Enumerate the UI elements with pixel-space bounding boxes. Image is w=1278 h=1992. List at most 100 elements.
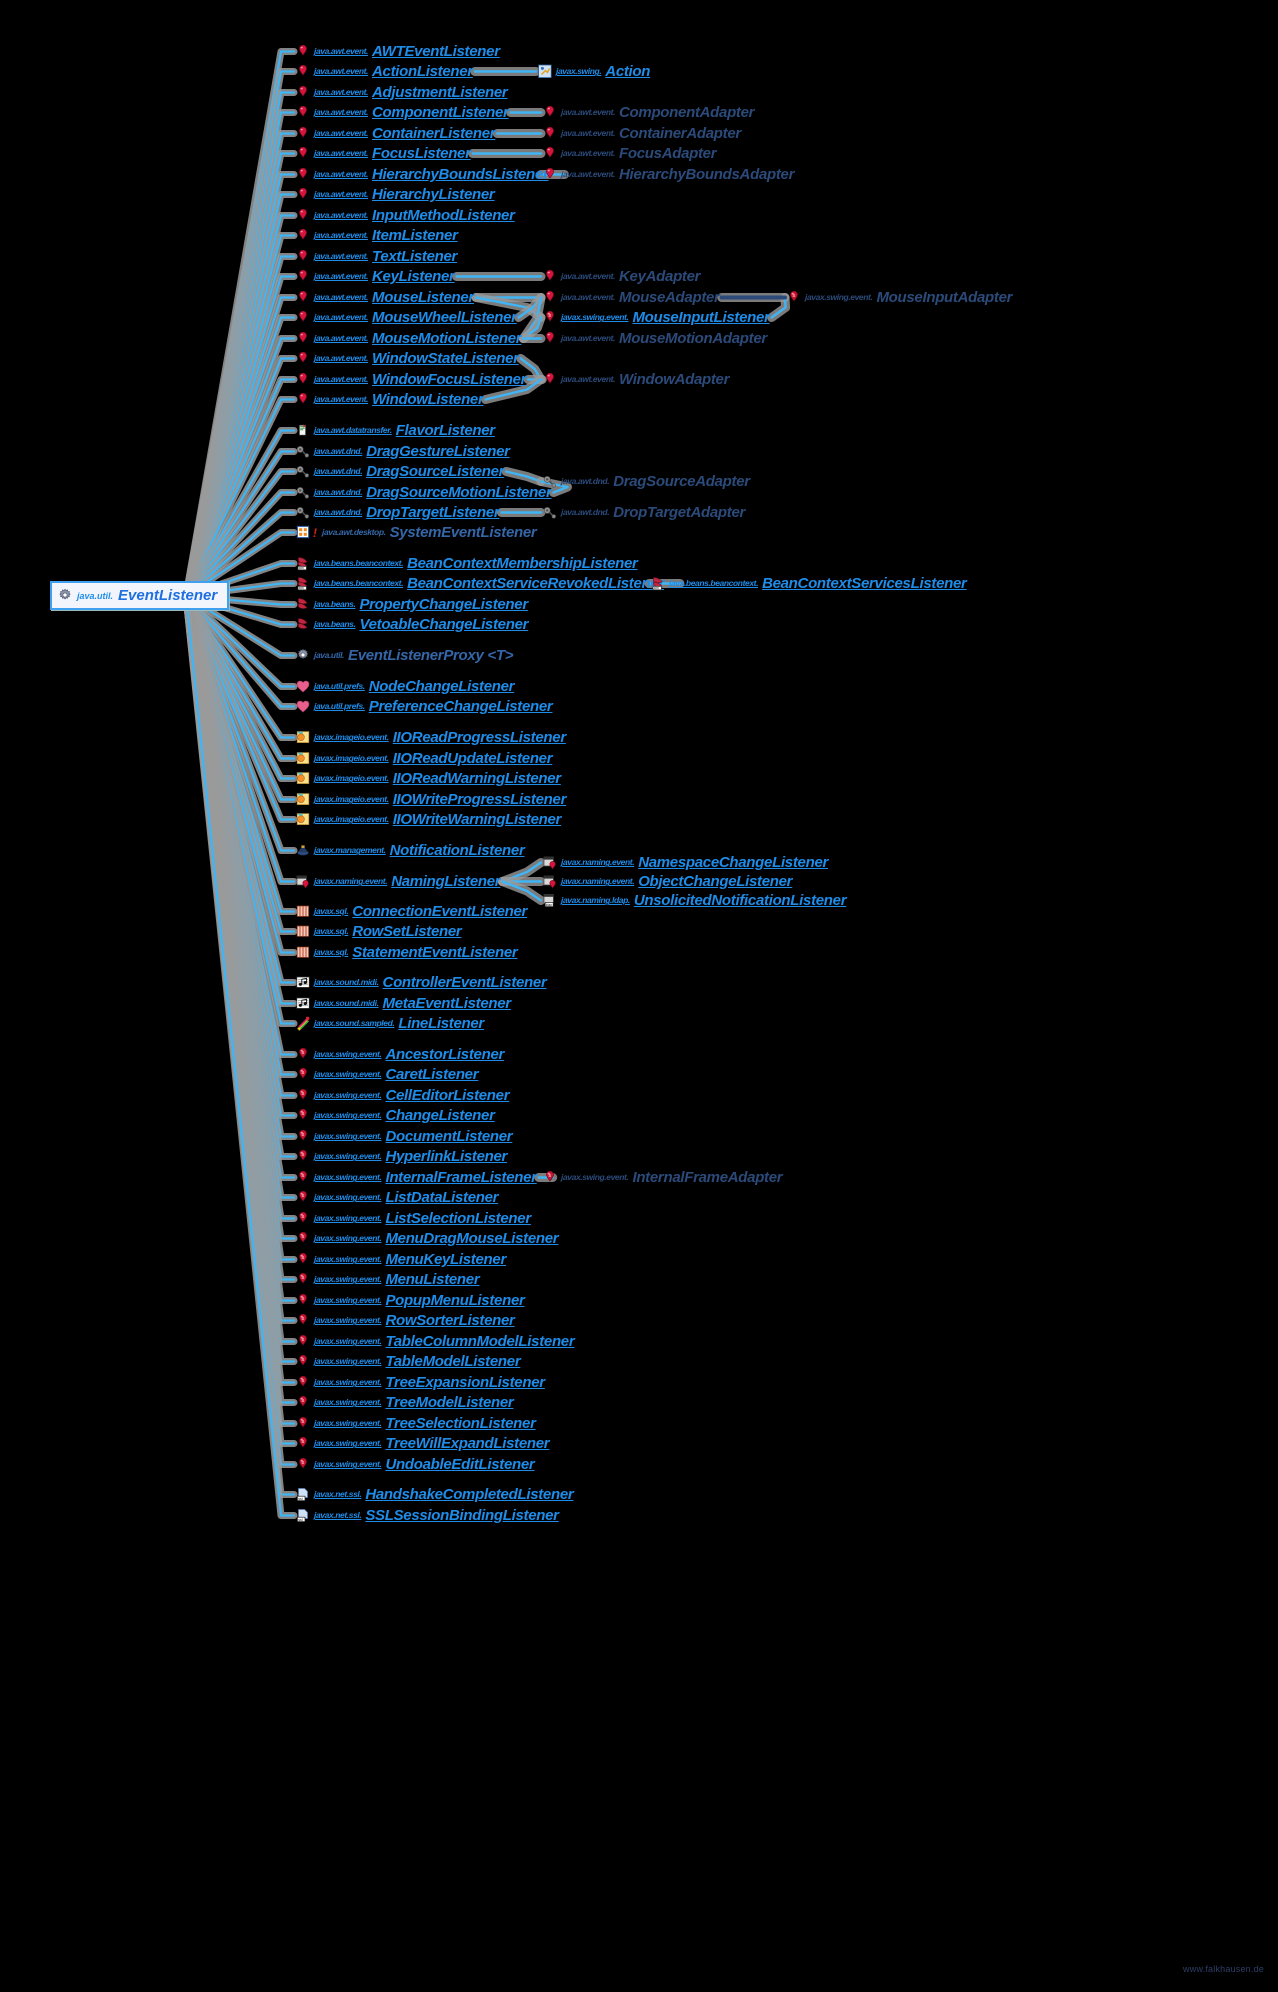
node-treeselectionlistener[interactable]: Sjavax.swing.event. TreeSelectionListener xyxy=(296,1416,536,1431)
node-unsolicitednotificationlistener[interactable]: ldap javax.naming.ldap. UnsolicitedNotific… xyxy=(543,893,847,908)
node-textlistener[interactable]: java.awt.event. TextListener xyxy=(296,249,457,264)
node-linelistener[interactable]: javax.sound.sampled. LineListener xyxy=(296,1016,484,1031)
node-itemlistener[interactable]: java.awt.event. ItemListener xyxy=(296,228,458,243)
node-droptargetadapter[interactable]: java.awt.dnd. DropTargetAdapter xyxy=(543,505,745,520)
node-iioreadwarninglistener[interactable]: javax.imageio.event. IIOReadWarningListen… xyxy=(296,771,561,786)
node-package: java.awt.event. xyxy=(314,46,369,57)
node-statementeventlistener[interactable]: javax.sql. StatementEventListener xyxy=(296,945,518,960)
node-windowstatelistener[interactable]: java.awt.event. WindowStateListener xyxy=(296,351,519,366)
node-dragsourcemotionlistener[interactable]: java.awt.dnd. DragSourceMotionListener xyxy=(296,485,552,500)
node-tablemodellistener[interactable]: Sjavax.swing.event. TableModelListener xyxy=(296,1354,521,1369)
node-mouseinputadapter[interactable]: Sjavax.swing.event. MouseInputAdapter xyxy=(787,290,1012,305)
node-treeexpansionlistener[interactable]: Sjavax.swing.event. TreeExpansionListener xyxy=(296,1375,545,1390)
node-dragsourcelistener[interactable]: java.awt.dnd. DragSourceListener xyxy=(296,464,504,479)
node-changelistener[interactable]: Sjavax.swing.event. ChangeListener xyxy=(296,1108,495,1123)
node-menulistener[interactable]: Sjavax.swing.event. MenuListener xyxy=(296,1272,480,1287)
node-package: java.awt.event. xyxy=(561,333,616,344)
node-package: java.awt.event. xyxy=(561,374,616,385)
node-systemeventlistener[interactable]: ! java.awt.desktop. SystemEventListener xyxy=(296,525,537,540)
node-package: java.awt.event. xyxy=(314,374,369,385)
root-node-event-listener[interactable]: java.util. EventListener xyxy=(50,581,230,610)
node-iioreadupdatelistener[interactable]: javax.imageio.event. IIOReadUpdateListene… xyxy=(296,751,553,766)
node-iiowriteprogresslistener[interactable]: javax.imageio.event. IIOWriteProgressList… xyxy=(296,792,566,807)
node-windowfocuslistener[interactable]: java.awt.event. WindowFocusListener xyxy=(296,372,527,387)
node-treemodellistener[interactable]: Sjavax.swing.event. TreeModelListener xyxy=(296,1395,514,1410)
node-mousewheellistener[interactable]: java.awt.event. MouseWheelListener xyxy=(296,310,517,325)
midi-icon xyxy=(296,996,310,1011)
node-propertychangelistener[interactable]: java.beans. PropertyChangeListener xyxy=(296,597,528,612)
node-adjustmentlistener[interactable]: java.awt.event. AdjustmentListener xyxy=(296,85,508,100)
node-metaeventlistener[interactable]: javax.sound.midi. MetaEventListener xyxy=(296,996,511,1011)
node-popupmenulistener[interactable]: Sjavax.swing.event. PopupMenuListener xyxy=(296,1293,525,1308)
node-focuslistener[interactable]: java.awt.event. FocusListener xyxy=(296,146,471,161)
node-hierarchyboundslistener[interactable]: java.awt.event. HierarchyBoundsListener xyxy=(296,167,549,182)
node-internalframelistener[interactable]: Sjavax.swing.event. InternalFrameListener xyxy=(296,1170,537,1185)
swing-balloon-icon: S xyxy=(296,1252,310,1267)
node-iiowritewarninglistener[interactable]: javax.imageio.event. IIOWriteWarningListe… xyxy=(296,812,561,827)
node-componentadapter[interactable]: java.awt.event. ComponentAdapter xyxy=(543,105,755,120)
node-handshakecompletedlistener[interactable]: ssl javax.net.ssl. HandshakeCompletedListe… xyxy=(296,1487,574,1502)
node-eventlistenerproxyt[interactable]: java.util. EventListenerProxy <T> xyxy=(296,648,513,663)
node-package: javax.imageio.event. xyxy=(314,753,389,764)
node-windowadapter[interactable]: java.awt.event. WindowAdapter xyxy=(543,372,729,387)
node-dragsourceadapter[interactable]: java.awt.dnd. DragSourceAdapter xyxy=(543,474,750,489)
node-class-name: IIOReadProgressListener xyxy=(392,729,566,746)
node-caretlistener[interactable]: Sjavax.swing.event. CaretListener xyxy=(296,1067,479,1082)
node-connectioneventlistener[interactable]: javax.sql. ConnectionEventListener xyxy=(296,904,527,919)
node-droptargetlistener[interactable]: java.awt.dnd. DropTargetListener xyxy=(296,505,500,520)
node-internalframeadapter[interactable]: Sjavax.swing.event. InternalFrameAdapter xyxy=(543,1170,783,1185)
node-rowsetlistener[interactable]: javax.sql. RowSetListener xyxy=(296,924,462,939)
node-mouseinputlistener[interactable]: Sjavax.swing.event. MouseInputListener xyxy=(543,310,770,325)
node-nodechangelistener[interactable]: java.util.prefs. NodeChangeListener xyxy=(296,679,515,694)
node-hyperlinklistener[interactable]: Sjavax.swing.event. HyperlinkListener xyxy=(296,1149,507,1164)
node-hierarchyboundsadapter[interactable]: java.awt.event. HierarchyBoundsAdapter xyxy=(543,167,794,182)
node-tablecolumnmodellistener[interactable]: Sjavax.swing.event. TableColumnModelListe… xyxy=(296,1334,575,1349)
node-containeradapter[interactable]: java.awt.event. ContainerAdapter xyxy=(543,126,741,141)
node-notificationlistener[interactable]: javax.management. NotificationListener xyxy=(296,843,525,858)
node-beancontextservicerevokedlistener[interactable]: con java.beans.beancontext. BeanContextSer… xyxy=(296,576,664,591)
node-listselectionlistener[interactable]: Sjavax.swing.event. ListSelectionListener xyxy=(296,1211,531,1226)
node-treewillexpandlistener[interactable]: Sjavax.swing.event. TreeWillExpandListene… xyxy=(296,1436,550,1451)
node-listdatalistener[interactable]: Sjavax.swing.event. ListDataListener xyxy=(296,1190,498,1205)
node-action[interactable]: javax.swing. Action xyxy=(538,64,650,79)
node-focusadapter[interactable]: java.awt.event. FocusAdapter xyxy=(543,146,717,161)
node-awteventlistener[interactable]: java.awt.event. AWTEventListener xyxy=(296,44,500,59)
node-componentlistener[interactable]: java.awt.event. ComponentListener xyxy=(296,105,509,120)
node-controllereventlistener[interactable]: javax.sound.midi. ControllerEventListener xyxy=(296,975,547,990)
node-inputmethodlistener[interactable]: java.awt.event. InputMethodListener xyxy=(296,208,515,223)
interface-balloon-red-icon xyxy=(296,269,310,284)
node-iioreadprogresslistener[interactable]: javax.imageio.event. IIOReadProgressListe… xyxy=(296,730,566,745)
node-class-name: FlavorListener xyxy=(395,422,495,439)
node-vetoablechangelistener[interactable]: java.beans. VetoableChangeListener xyxy=(296,617,528,632)
node-keyadapter[interactable]: java.awt.event. KeyAdapter xyxy=(543,269,701,284)
node-mouselistener[interactable]: java.awt.event. MouseListener xyxy=(296,290,474,305)
node-draggesturelistener[interactable]: java.awt.dnd. DragGestureListener xyxy=(296,444,510,459)
node-containerlistener[interactable]: java.awt.event. ContainerListener xyxy=(296,126,496,141)
node-namespacechangelistener[interactable]: javax.naming.event. NamespaceChangeListen… xyxy=(543,855,828,870)
node-menukeylistener[interactable]: Sjavax.swing.event. MenuKeyListener xyxy=(296,1252,506,1267)
node-preferencechangelistener[interactable]: java.util.prefs. PreferenceChangeListener xyxy=(296,699,553,714)
node-flavorlistener[interactable]: java.awt.datatransfer. FlavorListener xyxy=(296,423,495,438)
node-objectchangelistener[interactable]: javax.naming.event. ObjectChangeListener xyxy=(543,874,793,889)
node-ancestorlistener[interactable]: Sjavax.swing.event. AncestorListener xyxy=(296,1047,504,1062)
node-undoableeditlistener[interactable]: Sjavax.swing.event. UndoableEditListener xyxy=(296,1457,535,1472)
node-keylistener[interactable]: java.awt.event. KeyListener xyxy=(296,269,455,284)
node-rowsorterlistener[interactable]: Sjavax.swing.event. RowSorterListener xyxy=(296,1313,515,1328)
node-celleditorlistener[interactable]: Sjavax.swing.event. CellEditorListener xyxy=(296,1088,510,1103)
node-package: java.awt.event. xyxy=(314,189,369,200)
node-sslsessionbindinglistener[interactable]: ssl javax.net.ssl. SSLSessionBindingListen… xyxy=(296,1508,559,1523)
dnd-icon xyxy=(543,505,557,520)
node-naminglistener[interactable]: javax.naming.event. NamingListener xyxy=(296,874,501,889)
node-beancontextmembershiplistener[interactable]: con java.beans.beancontext. BeanContextMem… xyxy=(296,556,638,571)
node-menudragmouselistener[interactable]: Sjavax.swing.event. MenuDragMouseListener xyxy=(296,1231,559,1246)
node-mouseadapter[interactable]: java.awt.event. MouseAdapter xyxy=(543,290,720,305)
node-documentlistener[interactable]: Sjavax.swing.event. DocumentListener xyxy=(296,1129,513,1144)
node-hierarchylistener[interactable]: java.awt.event. HierarchyListener xyxy=(296,187,495,202)
node-windowlistener[interactable]: java.awt.event. WindowListener xyxy=(296,392,484,407)
swing-balloon-icon: S xyxy=(296,1436,310,1451)
node-package: java.beans.beancontext. xyxy=(314,578,404,589)
node-mousemotionlistener[interactable]: java.awt.event. MouseMotionListener xyxy=(296,331,522,346)
node-beancontextserviceslistener[interactable]: con java.beans.beancontext. BeanContextSer… xyxy=(651,576,967,591)
node-mousemotionadapter[interactable]: java.awt.event. MouseMotionAdapter xyxy=(543,331,767,346)
node-actionlistener[interactable]: java.awt.event. ActionListener xyxy=(296,64,473,79)
